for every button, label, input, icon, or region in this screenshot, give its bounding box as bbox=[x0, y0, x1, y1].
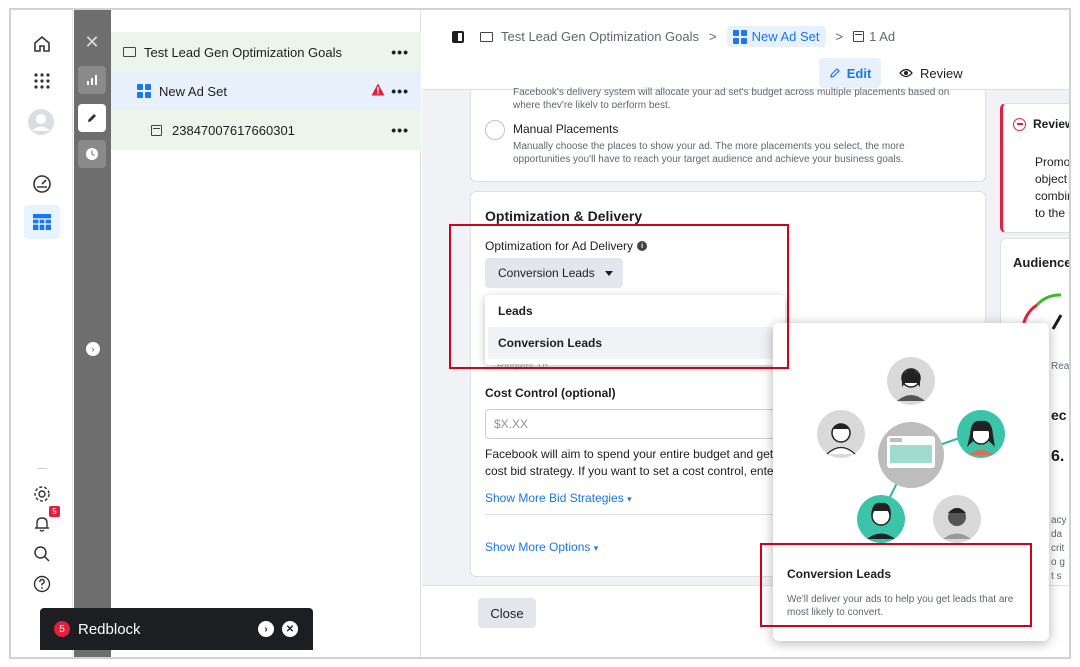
tree-ad-row[interactable]: 23847007617660301 ••• bbox=[111, 110, 421, 150]
close-icon[interactable]: ✕ bbox=[282, 621, 298, 637]
show-more-options-link[interactable]: Show More Options ▾ bbox=[485, 540, 598, 554]
adset-grid-icon bbox=[137, 84, 151, 98]
fragment: o g bbox=[1051, 557, 1065, 568]
warning-icon[interactable] bbox=[371, 83, 385, 99]
fragment: 6. bbox=[1051, 448, 1065, 465]
tree-adset-label: New Ad Set bbox=[159, 83, 227, 99]
breadcrumb-campaign-label: Test Lead Gen Optimization Goals bbox=[501, 29, 699, 44]
highlight-box-optimization bbox=[449, 224, 789, 369]
breadcrumb-ad-label: 1 Ad bbox=[869, 29, 896, 44]
settings-icon[interactable] bbox=[28, 480, 56, 508]
chart-icon[interactable] bbox=[78, 66, 106, 94]
review-text: Promo object combir to the c bbox=[1035, 154, 1071, 222]
history-clock-icon[interactable] bbox=[78, 140, 106, 168]
review-title: Review bbox=[1033, 117, 1071, 131]
tree-campaign-row[interactable]: Test Lead Gen Optimization Goals ••• bbox=[111, 32, 421, 72]
manual-placements-desc: Manually choose the places to show your … bbox=[513, 141, 905, 165]
redblock-label: Redblock bbox=[78, 620, 141, 638]
error-minus-icon bbox=[1013, 117, 1026, 131]
breadcrumb-adset[interactable]: New Ad Set bbox=[726, 26, 826, 47]
tool-rail: ✕ › bbox=[74, 10, 111, 657]
chevron-right-icon[interactable]: › bbox=[258, 621, 274, 637]
review-line: object bbox=[1035, 172, 1068, 186]
review-line: to the c bbox=[1035, 206, 1071, 220]
avatar[interactable] bbox=[27, 108, 55, 136]
notification-badge: 5 bbox=[49, 506, 60, 517]
manual-placements-radio[interactable] bbox=[485, 120, 505, 140]
caret-down-icon: ▾ bbox=[593, 543, 599, 553]
cost-desc-line-1: Facebook will aim to spend your entire b… bbox=[485, 447, 787, 461]
breadcrumb-ad[interactable]: 1 Ad bbox=[853, 29, 895, 44]
table-icon[interactable] bbox=[24, 205, 60, 239]
global-nav: 5 bbox=[11, 10, 73, 657]
adset-grid-icon bbox=[732, 29, 747, 44]
breadcrumb-separator: > bbox=[709, 29, 717, 44]
review-label: Review bbox=[920, 65, 963, 81]
edit-button[interactable]: Edit bbox=[819, 58, 881, 88]
divider bbox=[485, 514, 785, 515]
toggle-panel-icon[interactable] bbox=[452, 31, 464, 43]
ad-icon bbox=[853, 31, 865, 42]
review-header: Review bbox=[1013, 117, 1071, 131]
close-icon[interactable]: ✕ bbox=[78, 28, 106, 56]
eye-icon bbox=[899, 68, 913, 78]
show-more-bid-label: Show More Bid Strategies bbox=[485, 491, 624, 505]
edit-label: Edit bbox=[846, 65, 872, 81]
app-window: 5 ✕ › Test Lead Gen Optimization Goals •… bbox=[9, 8, 1071, 659]
automatic-placements-desc: Facebook's delivery system will allocate… bbox=[513, 87, 950, 108]
highlight-box-tooltip bbox=[760, 543, 1032, 627]
show-more-bid-strategies-link[interactable]: Show More Bid Strategies ▾ bbox=[485, 491, 632, 505]
cost-control-label: Cost Control (optional) bbox=[485, 386, 616, 400]
tree-ad-label: 23847007617660301 bbox=[172, 122, 295, 138]
review-line: combir bbox=[1035, 189, 1071, 203]
edit-pencil-icon[interactable] bbox=[78, 104, 106, 132]
expand-chevron-icon[interactable]: › bbox=[86, 342, 100, 356]
folder-icon bbox=[123, 47, 136, 57]
folder-icon bbox=[480, 31, 493, 42]
cost-desc-line-2: cost bid strategy. If you want to set a … bbox=[485, 464, 788, 478]
review-button[interactable]: Review bbox=[899, 58, 963, 88]
caret-down-icon: ▾ bbox=[627, 494, 632, 504]
fragment: ec bbox=[1051, 407, 1067, 423]
dashboard-icon[interactable] bbox=[28, 170, 56, 198]
more-options-icon[interactable]: ••• bbox=[391, 122, 409, 138]
breadcrumb: Test Lead Gen Optimization Goals > New A… bbox=[480, 26, 895, 47]
help-icon[interactable] bbox=[28, 570, 56, 598]
section-title: Optimization & Delivery bbox=[485, 208, 643, 224]
fragment: acy bbox=[1051, 515, 1067, 526]
breadcrumb-campaign[interactable]: Test Lead Gen Optimization Goals bbox=[480, 29, 699, 44]
home-icon[interactable] bbox=[28, 30, 56, 58]
audience-fragments: Rea ec 6. acy da crit o g t s bbox=[1051, 360, 1070, 584]
close-button[interactable]: Close bbox=[478, 598, 536, 628]
structure-tree: Test Lead Gen Optimization Goals ••• New… bbox=[111, 10, 421, 657]
cost-control-desc: Facebook will aim to spend your entire b… bbox=[485, 446, 795, 480]
review-line: Promo bbox=[1035, 155, 1071, 169]
manual-placements-title: Manual Placements bbox=[513, 122, 619, 136]
placements-card: Facebook's delivery system will allocate… bbox=[470, 87, 986, 182]
apps-grid-icon[interactable] bbox=[28, 67, 56, 95]
redblock-count-badge: 5 bbox=[54, 621, 70, 637]
bell-icon[interactable]: 5 bbox=[28, 506, 60, 538]
show-more-options-label: Show More Options bbox=[485, 540, 591, 554]
cost-control-input[interactable]: $X.XX bbox=[485, 409, 805, 439]
pencil-icon bbox=[829, 68, 840, 78]
ad-icon bbox=[151, 124, 162, 136]
people-network-illustration bbox=[817, 357, 1005, 543]
review-card: Review Promo object combir to the c bbox=[1000, 103, 1071, 233]
nav-divider bbox=[37, 468, 47, 469]
more-options-icon[interactable]: ••• bbox=[391, 44, 409, 60]
fragment: da bbox=[1051, 529, 1063, 540]
fragment: t s bbox=[1051, 571, 1062, 582]
redblock-bar[interactable]: 5 Redblock › ✕ bbox=[40, 608, 313, 650]
breadcrumb-adset-label: New Ad Set bbox=[751, 29, 820, 44]
search-icon[interactable] bbox=[28, 540, 56, 568]
more-options-icon[interactable]: ••• bbox=[391, 83, 409, 99]
fragment: crit bbox=[1051, 543, 1065, 554]
tree-adset-row[interactable]: New Ad Set ••• bbox=[111, 71, 421, 111]
tree-campaign-label: Test Lead Gen Optimization Goals bbox=[144, 44, 342, 60]
breadcrumb-separator: > bbox=[835, 29, 844, 44]
fragment: Rea bbox=[1051, 361, 1070, 372]
editor-topbar: Test Lead Gen Optimization Goals > New A… bbox=[422, 10, 1069, 90]
audience-title: Audience bbox=[1013, 255, 1071, 270]
